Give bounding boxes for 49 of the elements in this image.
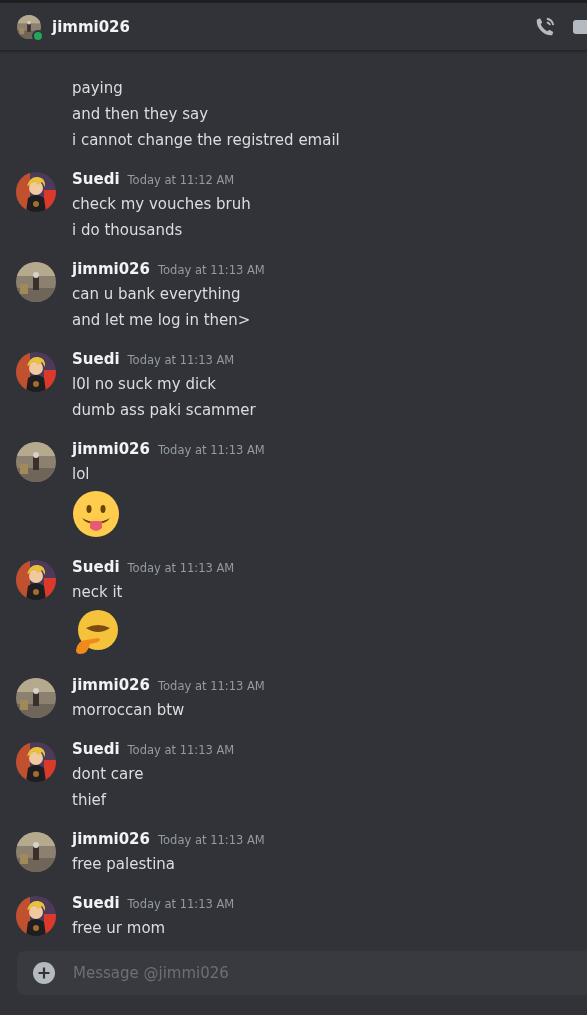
user-name[interactable]: jimmi026 [52, 17, 523, 36]
message-text: free ur mom [72, 918, 167, 939]
message-text: thief [72, 790, 108, 811]
message-text: paying [72, 78, 124, 99]
avatar[interactable] [16, 442, 56, 482]
message-text: neck it [72, 582, 124, 603]
avatar[interactable] [16, 742, 56, 782]
message-text: morroccan btw [72, 700, 186, 721]
author-name[interactable]: Suedi [72, 740, 120, 758]
timestamp: Today at 11:13 AM [158, 833, 265, 847]
avatar[interactable] [16, 352, 56, 392]
message-text: i do thousands [72, 220, 184, 241]
timestamp: Today at 11:13 AM [158, 679, 265, 693]
phone-call-icon[interactable] [534, 15, 556, 38]
timestamp: Today at 11:13 AM [127, 743, 235, 757]
avatar[interactable] [16, 262, 56, 302]
author-name[interactable]: jimmi026 [72, 830, 150, 848]
author-name[interactable]: jimmi026 [72, 676, 150, 694]
message-text: can u bank everything [72, 284, 242, 305]
author-name[interactable]: Suedi [72, 558, 120, 576]
message-text: free palestina [72, 854, 176, 875]
author-name[interactable]: jimmi026 [72, 440, 150, 458]
timestamp: Today at 11:13 AM [127, 353, 235, 367]
avatar[interactable] [16, 172, 56, 212]
message-text: and let me log in then> [72, 310, 252, 331]
avatar[interactable] [16, 896, 56, 936]
author-name[interactable]: Suedi [72, 894, 120, 912]
message-text: and then they say [72, 104, 210, 125]
message-text: check my vouches bruh [72, 194, 251, 215]
timestamp: Today at 11:13 AM [127, 561, 235, 575]
message-input[interactable]: Message @jimmi026 [71, 963, 587, 983]
timestamp: Today at 11:12 AM [127, 173, 235, 187]
message-text: dumb ass paki scammer [72, 400, 256, 421]
timestamp: Today at 11:13 AM [158, 263, 265, 277]
author-name[interactable]: jimmi026 [72, 260, 150, 278]
author-name[interactable]: Suedi [72, 170, 120, 188]
message-text: l0l no suck my dick [72, 374, 217, 395]
avatar[interactable] [16, 678, 56, 718]
avatar[interactable] [16, 832, 56, 872]
avatar[interactable] [17, 14, 41, 39]
timestamp: Today at 11:13 AM [127, 897, 235, 911]
author-name[interactable]: Suedi [72, 350, 120, 368]
message-field[interactable]: Message @jimmi026 [17, 951, 587, 995]
message-text: dont care [72, 764, 145, 785]
message-text: i cannot change the registred email [72, 130, 340, 151]
avatar[interactable] [16, 560, 56, 600]
message-text: lol [72, 464, 91, 485]
plus-icon[interactable] [33, 962, 55, 984]
timestamp: Today at 11:13 AM [158, 443, 265, 457]
